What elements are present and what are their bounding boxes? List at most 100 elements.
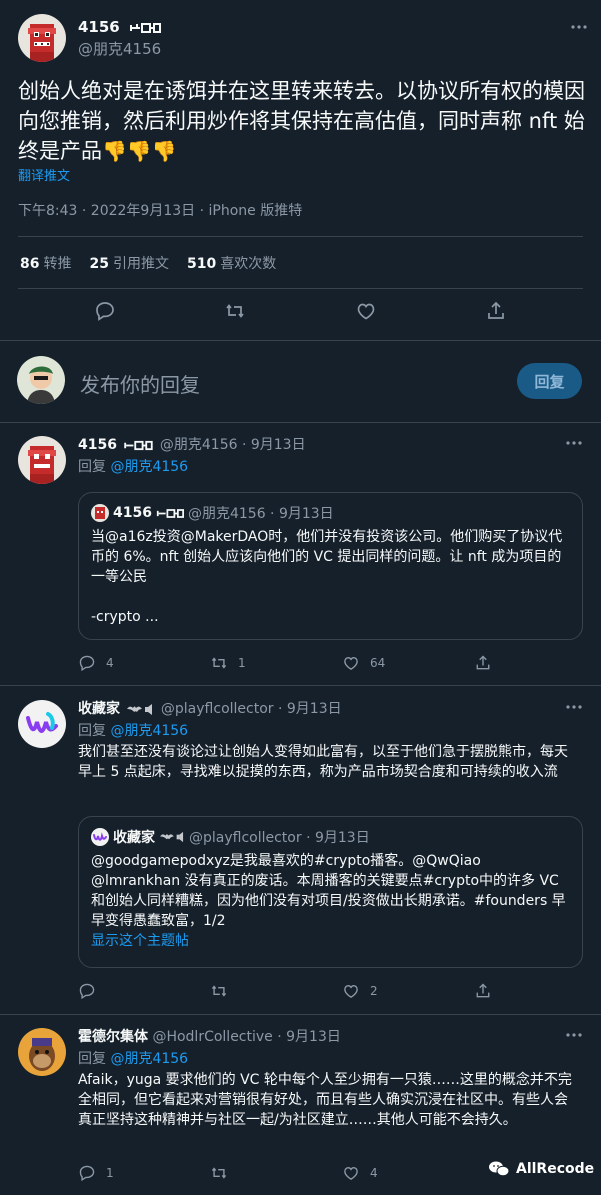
reply-to-line: 回复 @朋克4156: [78, 1048, 188, 1068]
retweet-count: 86: [20, 256, 40, 272]
watermark-text: AllRecode: [516, 1161, 595, 1177]
reply-action[interactable]: 4: [78, 654, 210, 672]
share-icon[interactable]: [485, 300, 507, 322]
retweet-action[interactable]: [210, 982, 342, 1000]
like-label: 喜欢次数: [220, 256, 277, 272]
reply-tweet[interactable]: 收藏家 @playflcollector · 9月13日 回复 @朋克4156 …: [0, 690, 601, 1010]
reply-to-line: 回复 @朋克4156: [78, 456, 188, 476]
reply-to-link[interactable]: @朋克4156: [110, 1051, 188, 1067]
divider: [18, 236, 583, 237]
author-handle[interactable]: @playflcollector · 9月13日: [161, 701, 342, 717]
retweet-action[interactable]: [210, 1164, 342, 1182]
author-handle[interactable]: @HodlrCollective · 9月13日: [152, 1029, 340, 1045]
like-action[interactable]: 4: [342, 1164, 474, 1182]
retweet-action[interactable]: 1: [210, 654, 342, 672]
translate-link[interactable]: 翻译推文: [18, 165, 70, 184]
collector-avatar[interactable]: [18, 700, 66, 748]
quote-header: 4156 @朋克4156 · 9月13日: [91, 503, 334, 523]
bat-speaker-icon: [159, 831, 185, 843]
reply-to-link[interactable]: @朋克4156: [110, 723, 188, 739]
main-tweet-header: 4156 @朋克4156: [18, 14, 588, 62]
retweet-count: 1: [238, 656, 246, 670]
reply-icon[interactable]: [94, 300, 116, 322]
reply-button[interactable]: 回复: [517, 363, 582, 399]
divider: [0, 685, 601, 686]
quote-label: 引用推文: [112, 256, 169, 272]
like-count: 2: [370, 984, 378, 998]
collector-avatar: [91, 828, 109, 846]
quote-text-tail: -crypto ...: [91, 609, 159, 625]
reply-count: 4: [106, 656, 114, 670]
punk-avatar: [91, 504, 109, 522]
reply-action[interactable]: 1: [78, 1164, 210, 1182]
reply-to-line: 回复 @朋克4156: [78, 720, 188, 740]
like-stat[interactable]: 510 喜欢次数: [187, 253, 276, 273]
divider: [0, 1014, 601, 1015]
quote-text-content: @goodgamepodxyz是我最喜欢的#crypto播客。@QwQiao @…: [91, 853, 566, 929]
author-name[interactable]: 收藏家: [78, 701, 120, 717]
like-count: 64: [370, 656, 386, 670]
reply-action[interactable]: [78, 982, 210, 1000]
like-count: 510: [186, 256, 217, 272]
reply-composer: 发布你的回复 回复: [0, 350, 601, 412]
quote-header: 收藏家 @playflcollector · 9月13日: [91, 827, 370, 847]
key-icon: [129, 22, 161, 34]
reply-to-label: 回复: [78, 1051, 106, 1067]
divider: [0, 422, 601, 423]
watermark: AllRecode: [488, 1160, 594, 1178]
quoted-tweet[interactable]: 收藏家 @playflcollector · 9月13日 @goodgamepo…: [78, 816, 583, 968]
tweet-text: Afaik，yuga 要求他们的 VC 轮中每个人至少拥有一只猿……这里的概念并…: [78, 1072, 572, 1128]
divider: [0, 340, 601, 341]
share-icon[interactable]: [474, 982, 514, 1000]
reply-to-link[interactable]: @朋克4156: [110, 459, 188, 475]
more-options-icon[interactable]: [570, 18, 588, 36]
tweet-actions: [0, 300, 601, 322]
reply-to-label: 回复: [78, 459, 106, 475]
author-handle[interactable]: @朋克4156: [78, 38, 161, 59]
key-icon: [156, 508, 184, 519]
retweet-stat[interactable]: 86 转推: [20, 253, 71, 273]
quote-author-name: 收藏家: [113, 830, 155, 846]
reply-input[interactable]: 发布你的回复: [80, 369, 200, 398]
user-avatar[interactable]: [17, 356, 65, 404]
punk-avatar[interactable]: [18, 14, 66, 62]
more-options-icon[interactable]: [565, 698, 583, 716]
retweet-icon[interactable]: [224, 300, 246, 322]
like-action[interactable]: 64: [342, 654, 474, 672]
retweet-label: 转推: [43, 256, 72, 272]
author-name[interactable]: 4156: [78, 18, 161, 36]
ape-avatar[interactable]: [18, 1028, 66, 1076]
more-options-icon[interactable]: [565, 434, 583, 452]
author-name-text[interactable]: 4156: [78, 18, 120, 36]
like-icon[interactable]: [355, 300, 377, 322]
more-options-icon[interactable]: [565, 1026, 583, 1044]
tweet-author-line: 霍德尔集体 @HodlrCollective · 9月13日: [78, 1026, 341, 1046]
reply-tweet[interactable]: 4156 @朋克4156 · 9月13日 回复 @朋克4156 4156 @朋克…: [0, 426, 601, 686]
show-thread-link[interactable]: 显示这个主题帖: [91, 931, 571, 951]
quoted-tweet[interactable]: 4156 @朋克4156 · 9月13日 当@a16z投资@MakerDAO时，…: [78, 492, 583, 640]
tweet-text: 创始人绝对是在诱饵并在这里转来转去。以协议所有权的模因向您推销，然后利用炒作将其…: [18, 76, 588, 166]
quote-count: 25: [89, 256, 109, 272]
author-handle[interactable]: @朋克4156 · 9月13日: [160, 437, 306, 453]
wechat-icon: [488, 1160, 510, 1178]
author-name[interactable]: 霍德尔集体: [78, 1029, 148, 1045]
quote-author-handle: @playflcollector · 9月13日: [189, 830, 370, 846]
tweet-author-line: 收藏家 @playflcollector · 9月13日: [78, 698, 342, 718]
punk-avatar[interactable]: [18, 436, 66, 484]
quote-text: @goodgamepodxyz是我最喜欢的#crypto播客。@QwQiao @…: [91, 851, 571, 951]
quote-stat[interactable]: 25 引用推文: [89, 253, 168, 273]
thumbs-down-emoji: 👎👎👎: [102, 139, 177, 163]
author-name[interactable]: 4156: [78, 437, 117, 453]
tweet-actions: 1 4: [78, 1164, 518, 1182]
quote-text-content: 当@a16z投资@MakerDAO时，他们并没有投资该公司。他们购买了协议代币的…: [91, 529, 563, 585]
tweet-meta: 下午8:43 · 2022年9月13日 · iPhone 版推特: [18, 203, 303, 219]
tweet-stats: 86 转推 25 引用推文 510 喜欢次数: [20, 253, 276, 273]
divider: [18, 288, 583, 289]
quote-author-name: 4156: [113, 505, 152, 521]
key-icon: [123, 440, 154, 451]
like-count: 4: [370, 1166, 378, 1180]
share-icon[interactable]: [474, 654, 514, 672]
reply-count: 1: [106, 1166, 114, 1180]
like-action[interactable]: 2: [342, 982, 474, 1000]
quote-author-handle: @朋克4156 · 9月13日: [187, 506, 334, 522]
